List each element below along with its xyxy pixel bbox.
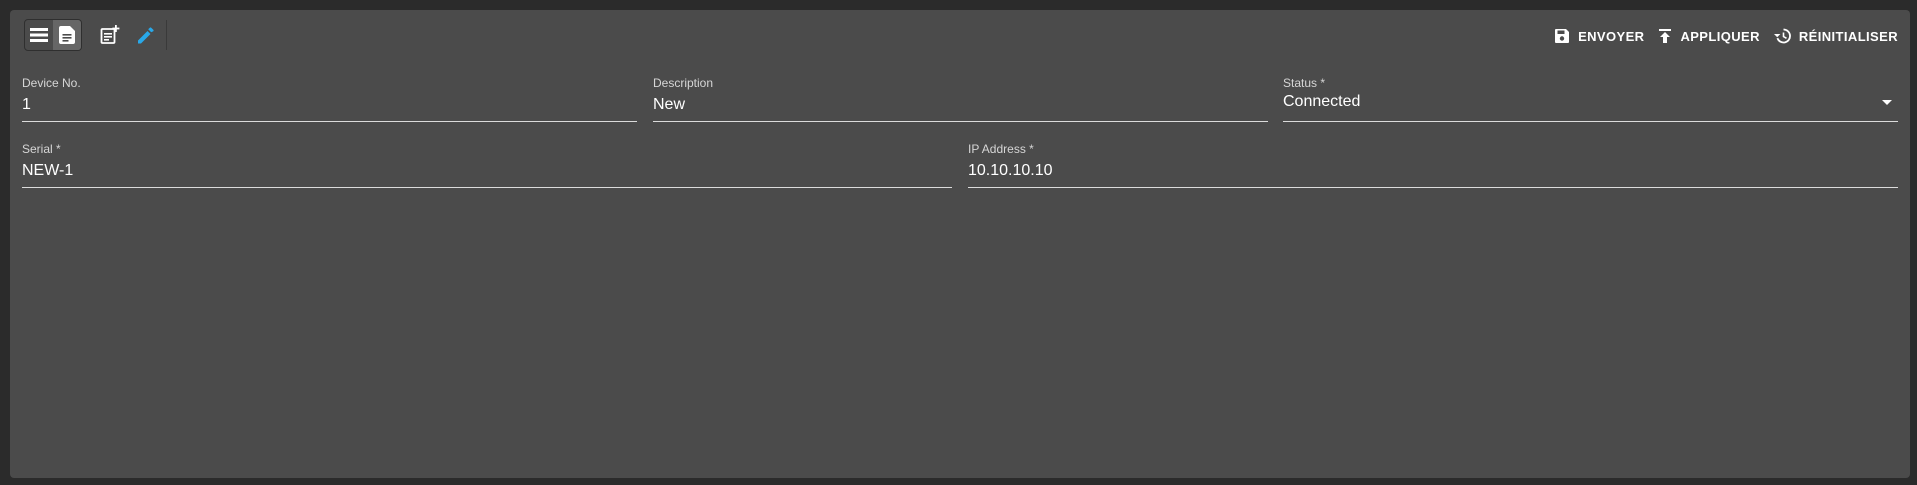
list-icon bbox=[30, 28, 48, 42]
device-no-input[interactable] bbox=[22, 94, 637, 116]
status-select[interactable]: Connected bbox=[1283, 92, 1898, 118]
device-no-label: Device No. bbox=[22, 76, 81, 90]
form-view-button[interactable] bbox=[53, 20, 81, 50]
status-label: Status * bbox=[1283, 76, 1326, 90]
chevron-down-icon bbox=[1882, 100, 1892, 105]
submit-button[interactable]: ENVOYER bbox=[1554, 28, 1644, 44]
ip-address-underline bbox=[968, 187, 1898, 188]
serial-underline bbox=[22, 187, 952, 188]
description-label: Description bbox=[653, 76, 714, 90]
serial-input[interactable] bbox=[22, 160, 952, 182]
device-no-underline bbox=[22, 121, 637, 122]
toolbar-actions: ENVOYER APPLIQUER RÉINITIALISER bbox=[1554, 20, 1898, 52]
reset-button[interactable]: RÉINITIALISER bbox=[1773, 28, 1898, 44]
status-field: Status * Connected bbox=[1283, 76, 1898, 126]
ip-address-field: IP Address * bbox=[968, 142, 1898, 192]
description-input[interactable] bbox=[653, 94, 1268, 116]
pencil-icon bbox=[138, 27, 154, 44]
form-panel: ENVOYER APPLIQUER RÉINITIALISER Device N… bbox=[10, 10, 1910, 478]
upload-icon bbox=[1659, 29, 1672, 43]
apply-label: APPLIQUER bbox=[1680, 28, 1760, 44]
serial-field: Serial * bbox=[22, 142, 952, 192]
submit-label: ENVOYER bbox=[1578, 28, 1645, 44]
new-record-button[interactable] bbox=[94, 19, 126, 51]
status-underline bbox=[1283, 121, 1898, 122]
description-underline bbox=[653, 121, 1268, 122]
note-add-icon bbox=[100, 25, 120, 44]
toolbar-divider bbox=[166, 20, 167, 50]
edit-button[interactable] bbox=[130, 19, 162, 51]
save-icon bbox=[1555, 29, 1570, 43]
ip-address-label: IP Address * bbox=[968, 142, 1034, 156]
toolbar-left bbox=[24, 18, 167, 52]
form-icon bbox=[59, 26, 75, 44]
apply-button[interactable]: APPLIQUER bbox=[1658, 28, 1759, 44]
list-view-button[interactable] bbox=[25, 20, 53, 50]
serial-label: Serial * bbox=[22, 142, 61, 156]
reset-label: RÉINITIALISER bbox=[1798, 28, 1898, 44]
status-value: Connected bbox=[1283, 93, 1361, 110]
history-icon bbox=[1773, 28, 1791, 44]
description-field: Description bbox=[653, 76, 1268, 126]
device-no-field: Device No. bbox=[22, 76, 637, 126]
ip-address-input[interactable] bbox=[968, 160, 1898, 182]
view-toggle-group bbox=[24, 19, 82, 51]
